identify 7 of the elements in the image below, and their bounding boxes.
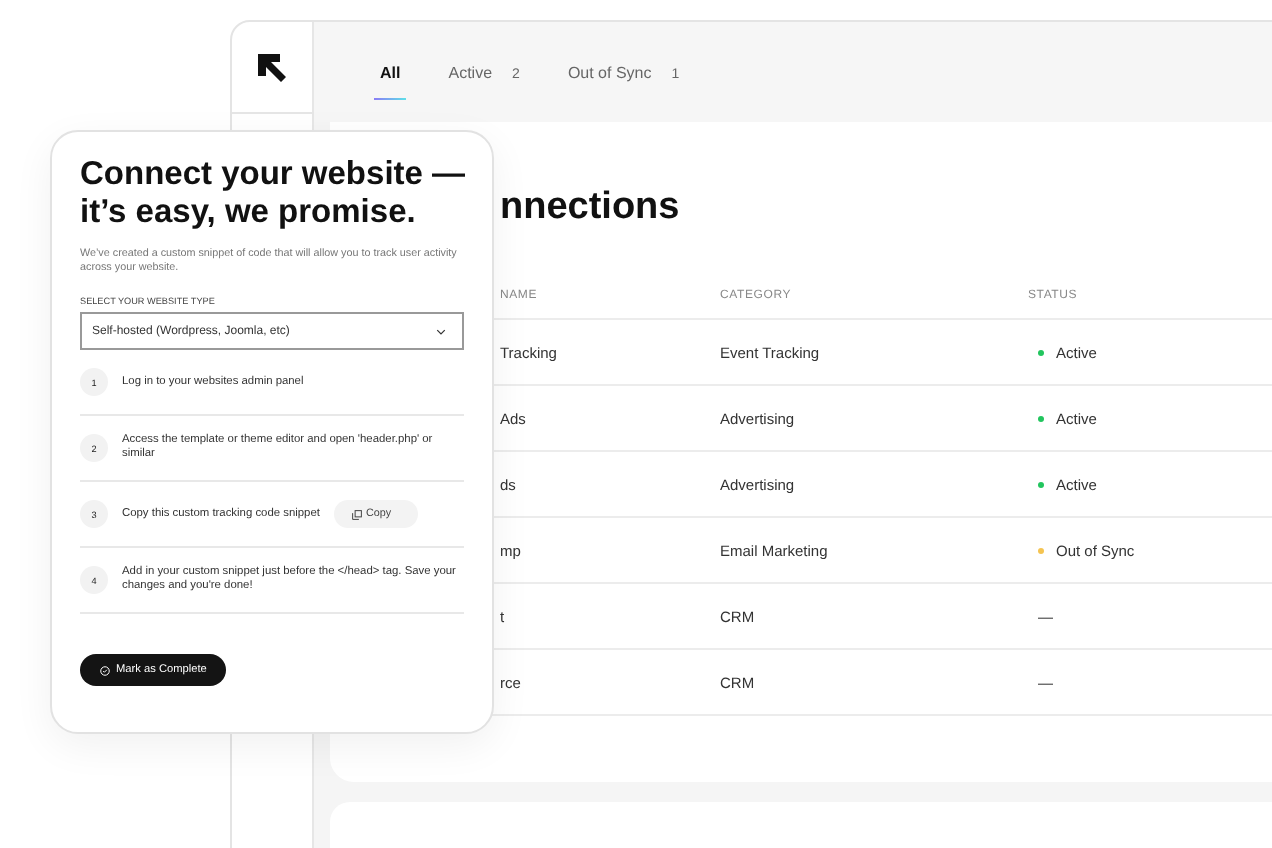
filter-tab[interactable]: All — [380, 44, 401, 100]
copy-icon — [351, 509, 362, 519]
page-title: nnections — [500, 186, 682, 230]
check-circle-icon — [100, 665, 110, 675]
chevron-down-icon — [436, 327, 446, 335]
arrow-logo-icon[interactable] — [256, 51, 288, 83]
dialog-title: Connect your website — it’s easy, we promise. — [80, 156, 468, 232]
